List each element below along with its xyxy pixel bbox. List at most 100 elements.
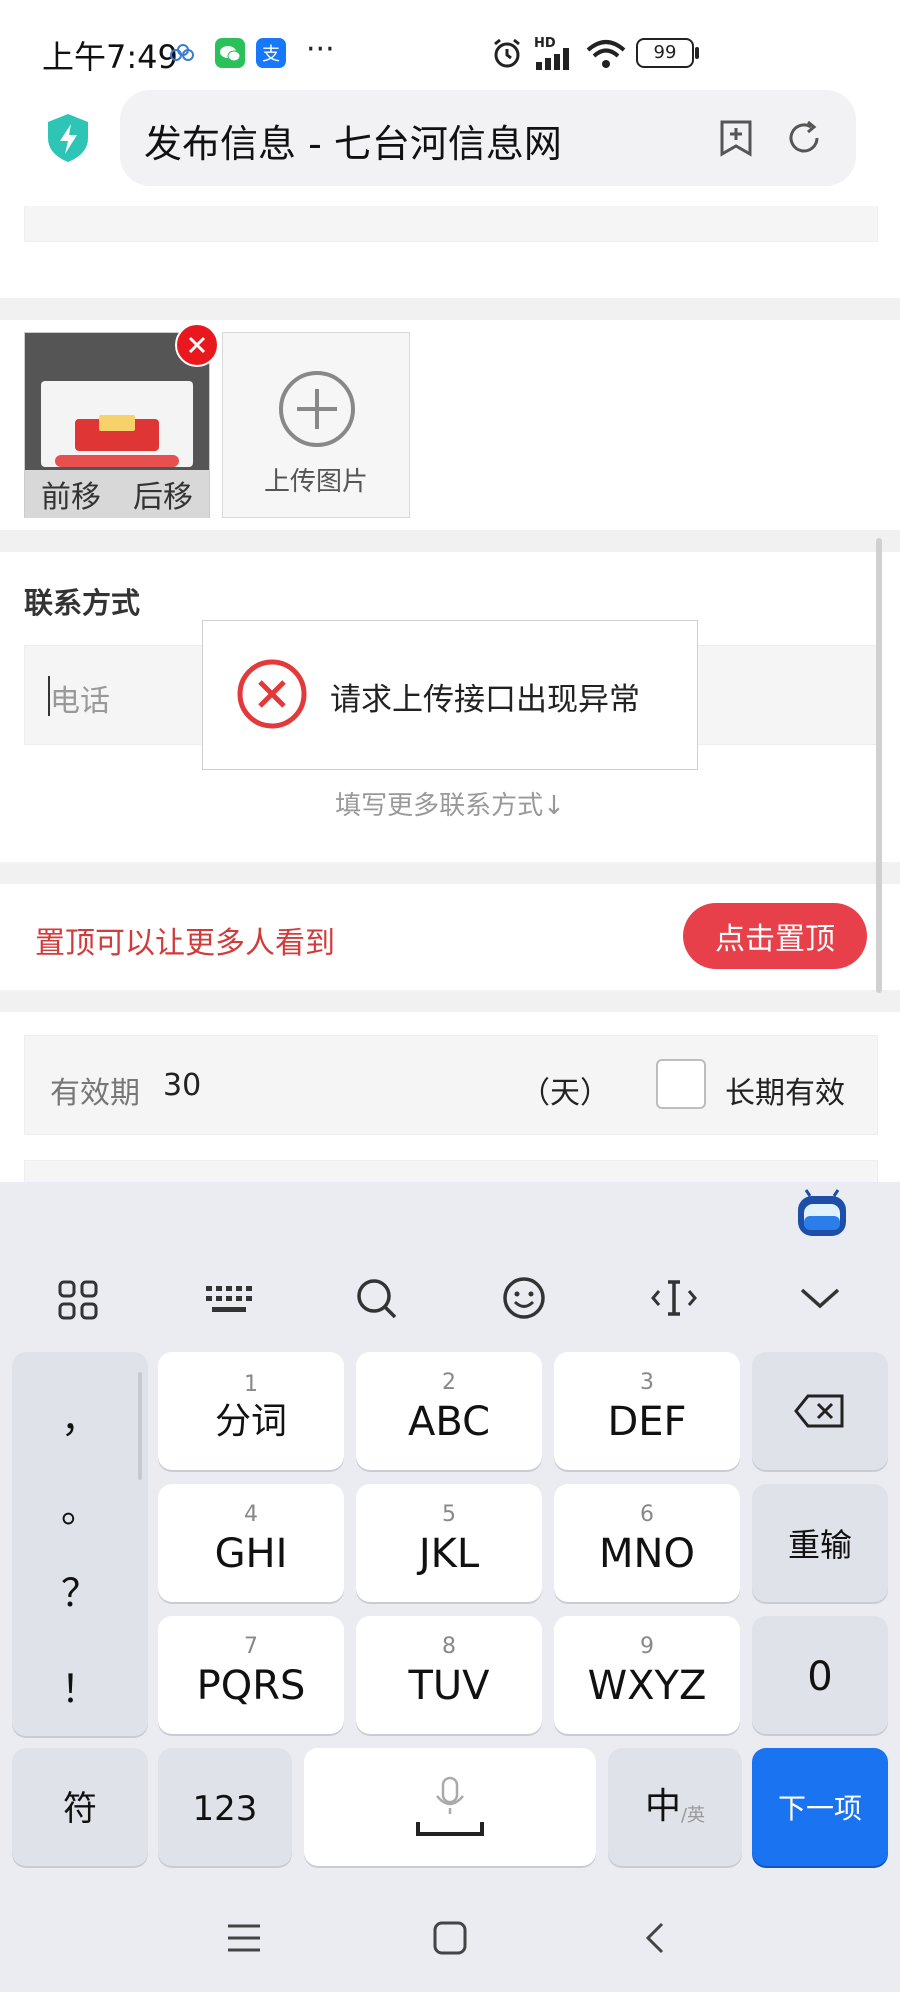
section-divider	[0, 990, 900, 1012]
key-3[interactable]: 3 DEF	[554, 1352, 740, 1470]
collapse-keyboard-icon[interactable]	[790, 1268, 850, 1328]
microphone-icon	[416, 1776, 484, 1836]
key-7[interactable]: 7 PQRS	[158, 1616, 344, 1734]
battery-level: 99	[653, 42, 677, 63]
wifi-icon	[586, 40, 626, 68]
promote-text: 置顶可以让更多人看到	[35, 926, 335, 961]
long-term-label[interactable]: 长期有效	[725, 1068, 845, 1112]
key-label: 下一项	[777, 1792, 862, 1825]
key-number: 3	[640, 1370, 654, 1395]
alarm-icon	[494, 38, 520, 68]
section-divider	[0, 862, 900, 884]
menu-icon[interactable]	[222, 1918, 266, 1958]
signal-icon	[536, 48, 569, 70]
next-field[interactable]	[24, 1160, 878, 1184]
search-icon[interactable]	[346, 1268, 406, 1328]
status-time: 上午7:49	[42, 38, 178, 76]
alipay-icon: 支	[256, 38, 286, 68]
key-label: ABC	[407, 1399, 491, 1445]
lang-alt: /英	[680, 1805, 706, 1826]
photo-order-controls: 前移 后移	[25, 470, 209, 518]
error-message: 请求上传接口出现异常	[330, 682, 640, 718]
validity-unit: （天）	[520, 1076, 610, 1111]
emoji-icon[interactable]	[494, 1268, 554, 1328]
cloud-icon	[170, 44, 194, 61]
back-icon[interactable]	[634, 1916, 678, 1960]
section-divider	[0, 298, 900, 320]
key-label: 符	[63, 1788, 97, 1829]
validity-days-input[interactable]: 30	[163, 1068, 201, 1103]
key-label: MNO	[599, 1531, 695, 1577]
key-label: WXYZ	[587, 1663, 707, 1709]
cursor-move-icon[interactable]	[644, 1268, 704, 1328]
key-4[interactable]: 4 GHI	[158, 1484, 344, 1602]
key-label: 分词	[214, 1401, 287, 1443]
backspace-key[interactable]	[752, 1352, 888, 1470]
remove-photo-icon[interactable]	[174, 322, 220, 368]
key-1[interactable]: 1 分词	[158, 1352, 344, 1470]
move-back-button[interactable]: 后移	[133, 472, 193, 516]
wechat-icon	[215, 38, 245, 68]
battery-indicator: 99	[636, 38, 694, 68]
move-forward-button[interactable]: 前移	[41, 472, 101, 516]
more-notifications-icon: ···	[306, 32, 335, 67]
punct-comma-key[interactable]: ，	[12, 1388, 148, 1443]
long-term-checkbox[interactable]	[656, 1059, 706, 1109]
key-label: TUV	[408, 1663, 490, 1709]
page-title[interactable]: 发布信息 - 七台河信息网	[144, 113, 562, 168]
keyboard-layout-icon[interactable]	[198, 1268, 258, 1328]
key-number: 4	[244, 1502, 258, 1527]
error-icon	[237, 659, 307, 729]
refresh-icon[interactable]	[784, 118, 824, 158]
key-number: 9	[640, 1634, 654, 1659]
phone-placeholder: 电话	[50, 684, 110, 719]
apps-grid-icon[interactable]	[50, 1268, 110, 1328]
key-number: 2	[442, 1370, 456, 1395]
battery-tip	[695, 47, 699, 59]
punct-period-key[interactable]: 。	[12, 1478, 148, 1533]
upload-label: 上传图片	[263, 467, 368, 497]
section-divider	[0, 530, 900, 552]
key-number: 5	[442, 1502, 456, 1527]
more-contacts-link[interactable]: 填写更多联系方式↓	[0, 785, 900, 822]
key-number: 1	[244, 1372, 258, 1398]
punct-question-key[interactable]: ？	[12, 1562, 148, 1617]
assistant-mascot-icon[interactable]	[794, 1188, 850, 1240]
key-label: JKL	[418, 1531, 480, 1577]
zero-key[interactable]: 0	[752, 1616, 888, 1734]
language-switch-key[interactable]: 中 /英	[608, 1748, 742, 1866]
validity-label: 有效期	[50, 1076, 140, 1111]
punct-exclamation-key[interactable]: ！	[12, 1658, 148, 1713]
key-number: 7	[244, 1634, 258, 1659]
key-label: DEF	[607, 1399, 687, 1445]
key-6[interactable]: 6 MNO	[554, 1484, 740, 1602]
add-bookmark-icon[interactable]	[716, 118, 756, 158]
key-label: GHI	[214, 1531, 288, 1577]
svg-text:支: 支	[262, 44, 280, 65]
key-5[interactable]: 5 JKL	[356, 1484, 542, 1602]
pin-to-top-button[interactable]: 点击置顶	[683, 903, 867, 969]
key-number: 8	[442, 1634, 456, 1659]
key-label: 0	[807, 1654, 833, 1700]
lang-main: 中	[644, 1786, 681, 1828]
key-label: 123	[192, 1788, 258, 1829]
reenter-key[interactable]: 重输	[752, 1484, 888, 1602]
key-9[interactable]: 9 WXYZ	[554, 1616, 740, 1734]
key-label: PQRS	[196, 1663, 306, 1709]
key-2[interactable]: 2 ABC	[356, 1352, 542, 1470]
numbers-key[interactable]: 123	[158, 1748, 292, 1866]
home-icon[interactable]	[428, 1916, 472, 1960]
next-field-key[interactable]: 下一项	[752, 1748, 888, 1866]
backspace-icon	[794, 1394, 844, 1428]
key-number: 6	[640, 1502, 654, 1527]
shield-icon[interactable]	[44, 112, 92, 164]
space-key[interactable]	[304, 1748, 596, 1866]
symbols-key[interactable]: 符	[12, 1748, 148, 1866]
description-textarea[interactable]	[24, 206, 878, 242]
key-8[interactable]: 8 TUV	[356, 1616, 542, 1734]
key-label: 重输	[787, 1525, 852, 1564]
contact-section-title: 联系方式	[24, 586, 141, 620]
add-circle-icon	[279, 371, 355, 447]
page-scrollbar[interactable]	[876, 538, 882, 993]
upload-photo-button[interactable]: 上传图片	[222, 332, 410, 518]
